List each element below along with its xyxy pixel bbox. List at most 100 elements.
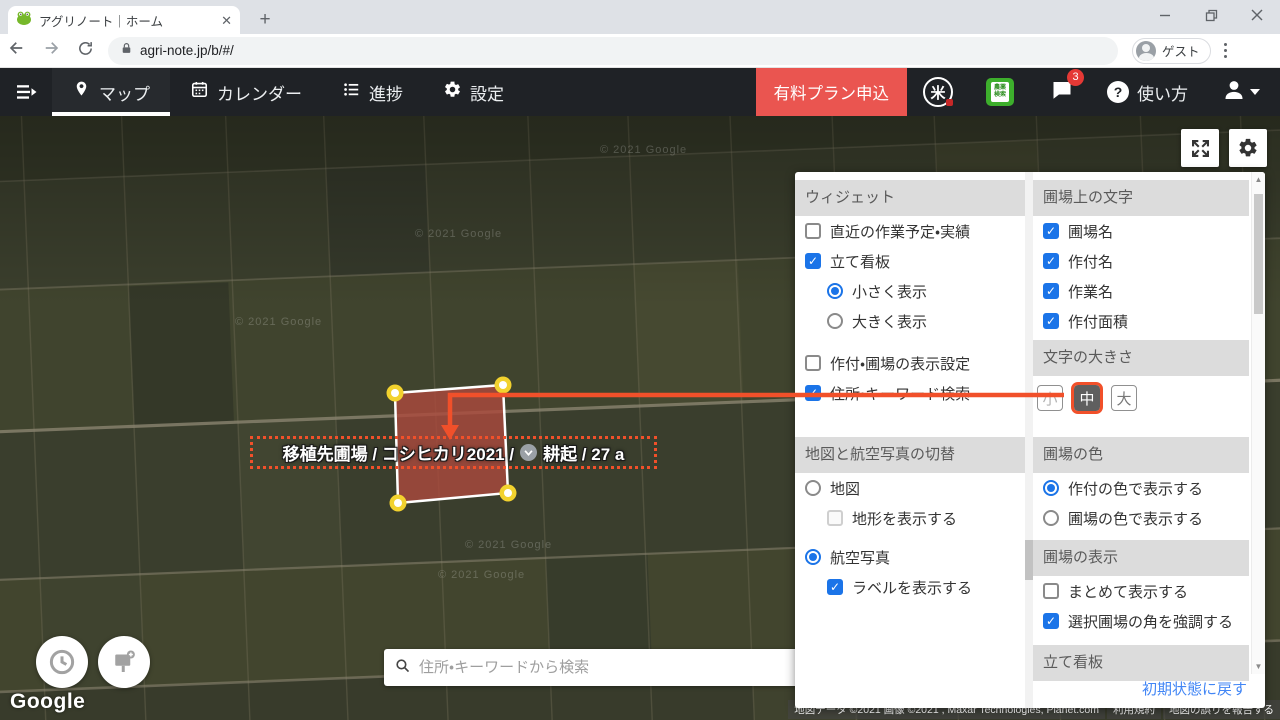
search-input[interactable] [419, 659, 794, 676]
section-header-field-text: 圃場上の文字 [1033, 180, 1249, 216]
pesticide-search-button[interactable]: 農薬検索 [969, 68, 1031, 116]
radio[interactable] [805, 480, 821, 496]
checkbox[interactable] [1043, 283, 1059, 299]
option-signboard[interactable]: 立て看板 [795, 246, 1025, 276]
notification-dot [946, 99, 953, 106]
checkbox[interactable] [827, 510, 843, 526]
tab-close-icon[interactable]: ✕ [221, 14, 232, 27]
checkbox[interactable] [805, 223, 821, 239]
text-size-small-button[interactable]: 小 [1037, 385, 1063, 411]
checkbox[interactable] [1043, 313, 1059, 329]
minimize-icon[interactable] [1142, 0, 1188, 30]
chevron-down-icon [1250, 89, 1260, 95]
browser-menu-icon[interactable] [1211, 43, 1241, 58]
upgrade-plan-button[interactable]: 有料プラン申込 [756, 68, 908, 116]
checkbox[interactable] [805, 385, 821, 401]
rice-service-button[interactable]: 米 [907, 68, 969, 116]
option-terrain[interactable]: 地形を表示する [795, 503, 1025, 533]
browser-addressbar: agri-note.jp/b/#/ ゲスト [0, 34, 1280, 68]
scrollbar-thumb[interactable] [1025, 540, 1033, 580]
text-size-medium-button[interactable]: 中 [1074, 385, 1100, 411]
tab-calendar[interactable]: カレンダー [170, 68, 322, 116]
google-watermark: © 2021 Google [235, 316, 322, 328]
option-display-large[interactable]: 大きく表示 [795, 306, 1025, 336]
google-logo: Google [10, 690, 85, 714]
history-clock-button[interactable] [36, 636, 88, 688]
profile-name: ゲスト [1162, 41, 1200, 60]
help-button[interactable]: ? 使い方 [1093, 68, 1202, 116]
section-header-map-type: 地図と航空写真の切替 [795, 437, 1025, 473]
option-work-name[interactable]: 作業名 [1033, 276, 1249, 306]
sidebar-expand-icon[interactable] [0, 68, 52, 116]
checkbox[interactable] [1043, 223, 1059, 239]
option-crop-area[interactable]: 作付面積 [1033, 306, 1249, 336]
option-map-view[interactable]: 地図 [795, 473, 1025, 503]
field-label[interactable]: 移植先圃場 / コシヒカリ2021 / 耕起 / 27 a [283, 440, 625, 465]
reset-defaults-link[interactable]: 初期状態に戻す [1142, 678, 1247, 699]
checkbox[interactable] [805, 355, 821, 371]
account-menu-button[interactable] [1202, 68, 1280, 116]
lock-icon [120, 41, 133, 61]
option-aerial-view[interactable]: 航空写真 [795, 542, 1025, 572]
option-color-by-field[interactable]: 圃場の色で表示する [1033, 503, 1249, 533]
back-icon[interactable] [0, 39, 34, 62]
messages-button[interactable]: 3 [1031, 68, 1093, 116]
option-crop-name[interactable]: 作付名 [1033, 246, 1249, 276]
reload-icon[interactable] [68, 40, 102, 62]
new-tab-button[interactable]: + [252, 7, 278, 33]
url-bar[interactable]: agri-note.jp/b/#/ [108, 37, 1118, 65]
profile-chip[interactable]: ゲスト [1132, 38, 1211, 64]
option-show-labels[interactable]: ラベルを表示する [795, 572, 1025, 602]
checkbox[interactable] [805, 253, 821, 269]
restore-icon[interactable] [1188, 0, 1234, 30]
search-icon [394, 657, 411, 679]
tab-title: アグリノート｜ホーム [39, 11, 214, 30]
option-field-name[interactable]: 圃場名 [1033, 216, 1249, 246]
add-signboard-button[interactable] [98, 636, 150, 688]
radio[interactable] [1043, 480, 1059, 496]
radio[interactable] [827, 283, 843, 299]
field-text-column: 圃場上の文字 圃場名 作付名 作業名 作付面積 文字の大きさ 小 中 大 [1033, 172, 1249, 681]
question-icon: ? [1107, 81, 1129, 103]
message-count-badge: 3 [1067, 69, 1084, 86]
close-window-icon[interactable] [1234, 0, 1280, 30]
radio[interactable] [1043, 510, 1059, 526]
text-size-buttons: 小 中 大 [1033, 384, 1249, 412]
person-icon [1222, 78, 1246, 107]
widget-column: ウィジェット 直近の作業予定・実績 立て看板 小さく表示 大きく表示 作付・圃場… [795, 172, 1025, 602]
browser-tab[interactable]: アグリノート｜ホーム ✕ [8, 6, 240, 34]
forward-icon[interactable] [34, 39, 68, 62]
text-size-large-button[interactable]: 大 [1111, 385, 1137, 411]
option-display-small[interactable]: 小さく表示 [795, 276, 1025, 306]
fullscreen-button[interactable] [1181, 129, 1219, 167]
map-search-bar[interactable] [384, 649, 804, 686]
checkbox[interactable] [1043, 583, 1059, 599]
option-color-by-crop[interactable]: 作付の色で表示する [1033, 473, 1249, 503]
option-recent-work[interactable]: 直近の作業予定・実績 [795, 216, 1025, 246]
google-watermark: © 2021 Google [438, 569, 525, 581]
section-header-field-color: 圃場の色 [1033, 437, 1249, 473]
tab-map[interactable]: マップ [52, 68, 170, 116]
map-settings-button[interactable] [1229, 129, 1267, 167]
checkbox[interactable] [827, 579, 843, 595]
left-column-scrollbar[interactable] [1025, 172, 1033, 708]
scroll-up-icon[interactable]: ▲ [1252, 175, 1265, 184]
option-crop-field-display[interactable]: 作付・圃場の表示設定 [795, 348, 1025, 378]
scroll-down-icon[interactable]: ▼ [1252, 662, 1265, 671]
checkbox[interactable] [1043, 253, 1059, 269]
panel-scrollbar[interactable]: ▲ ▼ [1251, 172, 1265, 674]
radio[interactable] [827, 313, 843, 329]
checkbox[interactable] [1043, 613, 1059, 629]
option-display-grouped[interactable]: まとめて表示する [1033, 576, 1249, 606]
option-address-search[interactable]: 住所・キーワード検索 [795, 378, 1025, 408]
tab-map-label: マップ [99, 80, 150, 105]
tab-settings[interactable]: 設定 [423, 68, 524, 116]
map-pin-icon [72, 80, 91, 104]
scrollbar-thumb[interactable] [1254, 194, 1263, 314]
radio[interactable] [805, 549, 821, 565]
tab-settings-label: 設定 [470, 80, 504, 105]
google-watermark: © 2021 Google [465, 539, 552, 551]
tab-progress[interactable]: 進捗 [322, 68, 423, 116]
option-highlight-corners[interactable]: 選択圃場の角を強調する [1033, 606, 1249, 636]
section-header-field-display: 圃場の表示 [1033, 540, 1249, 576]
